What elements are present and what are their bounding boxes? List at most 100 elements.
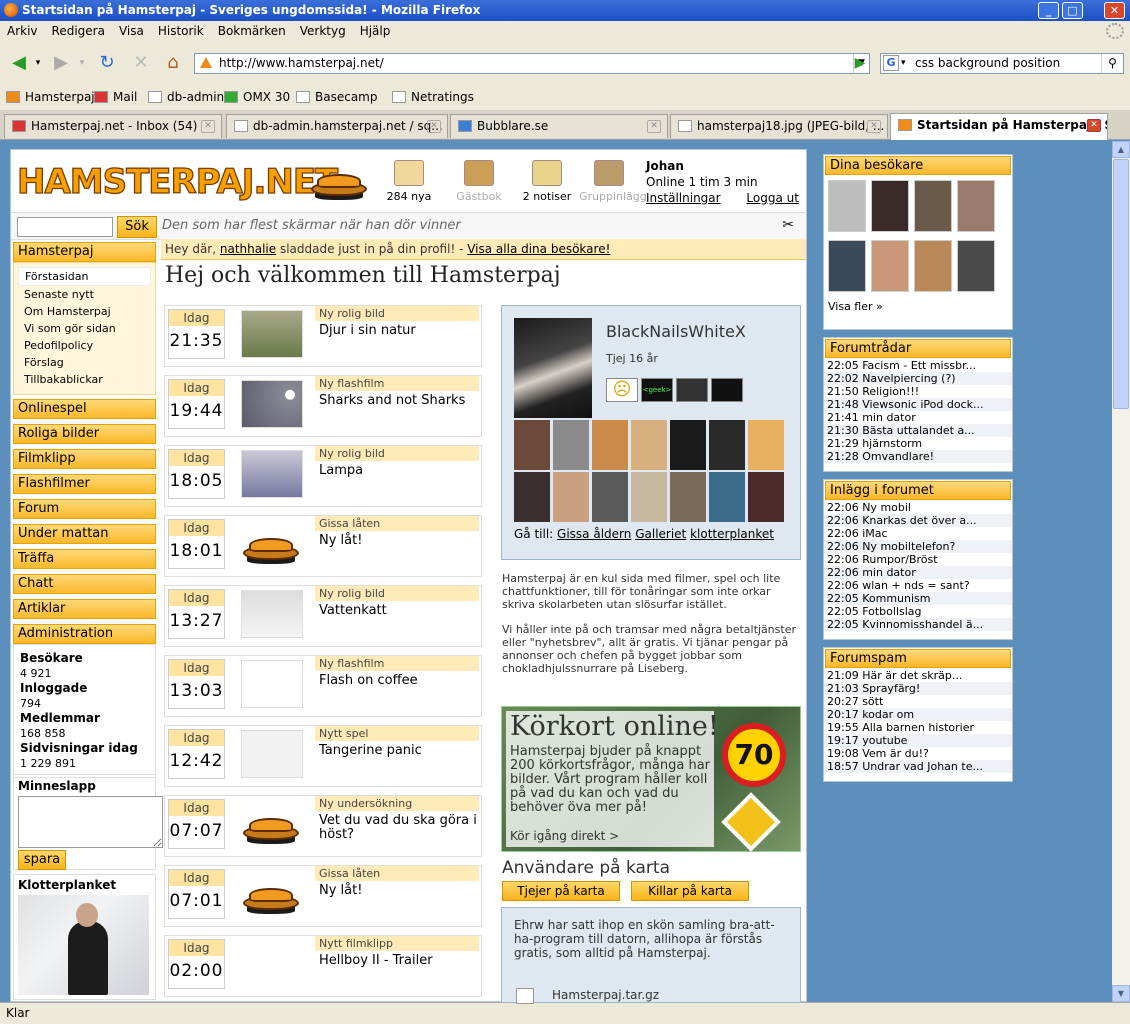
- feed-item[interactable]: Idag 12:42 Nytt spel Tangerine panic: [164, 725, 482, 787]
- korkort-ad[interactable]: Körkort online! Hamsterpaj bjuder på kna…: [501, 706, 801, 852]
- more-visitors-link[interactable]: Visa fler »: [828, 300, 1008, 313]
- forum-row[interactable]: 21:09 Här är det skräp...: [824, 669, 1012, 682]
- emo-badge-icon[interactable]: [711, 378, 743, 402]
- feed-title[interactable]: Flash on coffee: [319, 674, 479, 688]
- nav-section[interactable]: Roliga bilder: [13, 424, 156, 444]
- google-icon[interactable]: G: [883, 55, 899, 71]
- close-tab-button[interactable]: ✕: [867, 120, 881, 133]
- forum-row[interactable]: 22:06 Knarkas det över a...: [824, 514, 1012, 527]
- bookmark-2[interactable]: db-admin: [148, 90, 224, 104]
- forum-row[interactable]: 21:48 Viewsonic iPod dock...: [824, 398, 1012, 411]
- feed-item[interactable]: Idag 19:44 Ny flashfilm Sharks and not Shar…: [164, 375, 482, 437]
- feed-thumbnail[interactable]: [241, 940, 303, 988]
- go-button[interactable]: ▶: [850, 53, 870, 74]
- sad-face-icon[interactable]: ☹: [606, 378, 638, 402]
- subnav-item[interactable]: Förslag: [14, 354, 155, 371]
- menu-2[interactable]: Visa: [112, 21, 151, 38]
- friend-photo[interactable]: [592, 472, 628, 522]
- menu-4[interactable]: Bokmärken: [211, 21, 293, 38]
- feed-title[interactable]: Vet du vad du ska göra i höst?: [319, 814, 479, 842]
- forum-row[interactable]: 22:06 Ny mobiltelefon?: [824, 540, 1012, 553]
- feed-item[interactable]: Idag 02:00 Nytt filmklipp Hellboy II - Trai…: [164, 935, 482, 997]
- visitor-photo[interactable]: [828, 240, 866, 292]
- friend-photo[interactable]: [553, 420, 589, 470]
- site-search-button[interactable]: Sök: [117, 216, 157, 238]
- forum-row[interactable]: 22:06 Rumpor/Bröst: [824, 553, 1012, 566]
- subnav-item[interactable]: Tillbakablickar: [14, 371, 155, 388]
- header-group-button[interactable]: Gruppinlägg: [579, 160, 647, 203]
- close-tab-button[interactable]: ✕: [1087, 119, 1101, 132]
- menu-5[interactable]: Verktyg: [293, 21, 353, 38]
- forum-row[interactable]: 22:02 Navelpiercing (?): [824, 372, 1012, 385]
- visitor-photo[interactable]: [871, 240, 909, 292]
- feed-title[interactable]: Djur i sin natur: [319, 324, 479, 338]
- forum-row[interactable]: 21:50 Religion!!!: [824, 385, 1012, 398]
- feed-thumbnail[interactable]: [241, 380, 303, 428]
- profile-name[interactable]: BlackNailsWhiteX: [606, 322, 746, 341]
- feed-item[interactable]: Idag 18:05 Ny rolig bild Lampa: [164, 445, 482, 507]
- maximize-button[interactable]: □: [1062, 2, 1083, 19]
- forum-row[interactable]: 22:06 min dator: [824, 566, 1012, 579]
- subnav-item[interactable]: Pedofilpolicy: [14, 337, 155, 354]
- forum-row[interactable]: 21:29 hjärnstorm: [824, 437, 1012, 450]
- feed-title[interactable]: Sharks and not Sharks: [319, 394, 479, 408]
- vertical-scrollbar[interactable]: ▲ ▼: [1112, 141, 1130, 1002]
- feed-item[interactable]: Idag 07:01 Gissa låten Ny låt!: [164, 865, 482, 927]
- nav-section[interactable]: Träffa: [13, 549, 156, 569]
- nav-section[interactable]: Chatt: [13, 574, 156, 594]
- visitor-username-link[interactable]: nathhalie: [220, 242, 276, 256]
- nav-hamsterpaj[interactable]: Hamsterpaj: [13, 242, 156, 262]
- forum-row[interactable]: 22:05 Kvinnomisshandel ä...: [824, 618, 1012, 631]
- scissors-icon[interactable]: ✂: [782, 217, 794, 233]
- close-tab-button[interactable]: ✕: [201, 120, 215, 133]
- boys-map-button[interactable]: Killar på karta: [631, 881, 749, 901]
- header-envelope-button[interactable]: 284 nya: [379, 160, 439, 203]
- friend-photo[interactable]: [514, 420, 550, 470]
- feed-title[interactable]: Lampa: [319, 464, 479, 478]
- forum-row[interactable]: 20:17 kodar om: [824, 708, 1012, 721]
- forum-row[interactable]: 19:08 Vem är du!?: [824, 747, 1012, 760]
- home-button[interactable]: ⌂: [160, 50, 186, 76]
- search-engine-dropdown-icon[interactable]: ▾: [901, 54, 906, 73]
- nav-section[interactable]: Administration: [13, 624, 156, 644]
- friend-photo[interactable]: [670, 420, 706, 470]
- feed-thumbnail[interactable]: [241, 450, 303, 498]
- forum-row[interactable]: 22:06 wlan + nds = sant?: [824, 579, 1012, 592]
- feed-title[interactable]: Ny låt!: [319, 884, 479, 898]
- pie-thumbnail-icon[interactable]: [241, 870, 303, 918]
- forum-row[interactable]: 21:30 Bästa uttalandet a...: [824, 424, 1012, 437]
- memo-save-button[interactable]: spara: [18, 850, 66, 870]
- browser-tab-1[interactable]: db-admin.hamsterpaj.net / sq... ✕: [226, 114, 448, 138]
- browser-tab-2[interactable]: Bubblare.se ✕: [450, 114, 668, 138]
- forum-row[interactable]: 20:27 sött: [824, 695, 1012, 708]
- scroll-thumb[interactable]: [1113, 159, 1129, 409]
- browser-tab-0[interactable]: Hamsterpaj.net - Inbox (54) ✕: [4, 114, 222, 138]
- girls-map-button[interactable]: Tjejer på karta: [502, 881, 620, 901]
- search-icon[interactable]: ⚲: [1101, 54, 1123, 73]
- visitor-photo[interactable]: [957, 180, 995, 232]
- guess-age-link[interactable]: Gissa åldern: [557, 527, 631, 541]
- menu-3[interactable]: Historik: [151, 21, 211, 38]
- forum-row[interactable]: 21:03 Sprayfärg!: [824, 682, 1012, 695]
- forum-row[interactable]: 22:06 Ny mobil: [824, 501, 1012, 514]
- forum-row[interactable]: 22:05 Facism - Ett missbr...: [824, 359, 1012, 372]
- visitor-photo[interactable]: [828, 180, 866, 232]
- nav-section[interactable]: Under mattan: [13, 524, 156, 544]
- forum-row[interactable]: 19:55 Alla barnen historier: [824, 721, 1012, 734]
- feed-thumbnail[interactable]: [241, 730, 303, 778]
- friend-photo[interactable]: [709, 472, 745, 522]
- back-button[interactable]: ◀: [6, 50, 32, 76]
- menu-0[interactable]: Arkiv: [0, 21, 45, 38]
- bookmark-1[interactable]: Mail: [94, 90, 137, 104]
- feed-item[interactable]: Idag 13:03 Ny flashfilm Flash on coffee: [164, 655, 482, 717]
- settings-link[interactable]: Inställningar: [646, 191, 721, 205]
- logout-link[interactable]: Logga ut: [746, 191, 799, 205]
- subnav-item[interactable]: Senaste nytt: [14, 286, 155, 303]
- friend-photo[interactable]: [748, 420, 784, 470]
- feed-title[interactable]: Hellboy II - Trailer: [319, 954, 479, 968]
- feed-title[interactable]: Tangerine panic: [319, 744, 479, 758]
- feed-thumbnail[interactable]: [241, 660, 303, 708]
- friend-photo[interactable]: [592, 420, 628, 470]
- klotter-image[interactable]: [18, 895, 149, 995]
- nav-section[interactable]: Forum: [13, 499, 156, 519]
